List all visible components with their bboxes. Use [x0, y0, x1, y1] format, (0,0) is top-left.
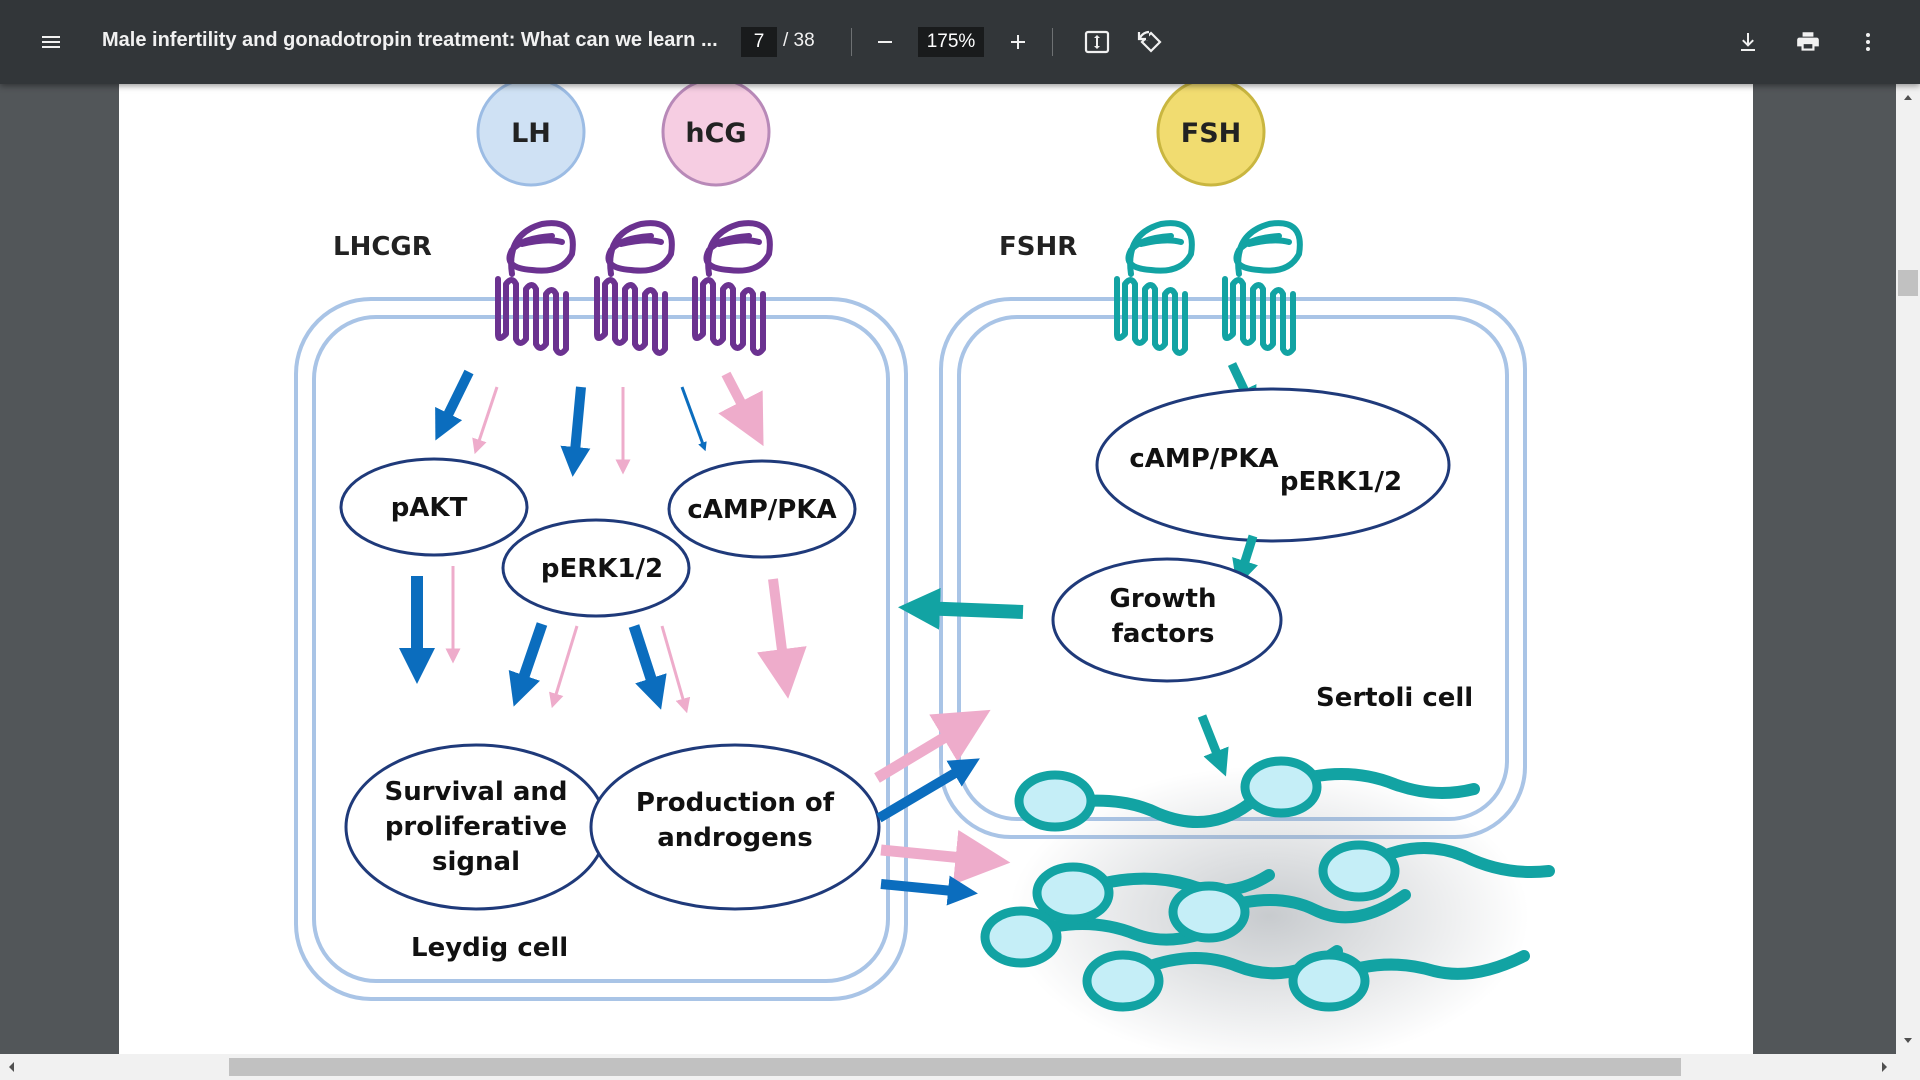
lhcgr-receptors	[495, 220, 773, 356]
zoom-out-button[interactable]	[861, 18, 909, 66]
sertoli-cell-label: Sertoli cell	[1316, 683, 1473, 713]
svg-text:pERK1/2: pERK1/2	[541, 554, 663, 584]
pakt-node: pAKT	[339, 457, 529, 557]
svg-text:Survival and: Survival and	[384, 777, 567, 807]
lh-label: LH	[511, 118, 551, 149]
toolbar-divider	[851, 28, 852, 56]
more-options-button[interactable]	[1844, 18, 1892, 66]
scroll-down-icon[interactable]	[1896, 1032, 1920, 1050]
more-vert-icon	[1866, 33, 1870, 51]
svg-text:pAKT: pAKT	[391, 493, 468, 523]
fsh-hormone: FSH	[1156, 84, 1266, 187]
fsh-label: FSH	[1181, 118, 1242, 149]
leydig-cell-label: Leydig cell	[411, 933, 568, 963]
minus-icon	[878, 41, 892, 43]
page-total: / 38	[783, 30, 815, 51]
gonadotropin-diagram: LH hCG FSH LHCGR FSHR pAKT cAMP/PKA pERK…	[294, 84, 1555, 1054]
menu-icon	[42, 36, 60, 48]
growth-factors-node: Growth factors	[1051, 557, 1283, 683]
hcg-hormone: hCG	[661, 84, 771, 187]
svg-text:Production of: Production of	[636, 788, 835, 818]
horizontal-scroll-thumb[interactable]	[229, 1058, 1681, 1076]
svg-text:androgens: androgens	[657, 823, 813, 853]
fit-to-page-button[interactable]	[1073, 18, 1121, 66]
rotate-button[interactable]	[1127, 18, 1175, 66]
sperm-cluster	[980, 756, 1555, 1054]
svg-text:pERK1/2: pERK1/2	[1280, 467, 1402, 497]
svg-text:cAMP/PKA: cAMP/PKA	[687, 495, 836, 525]
sertoli-cell	[939, 297, 1527, 839]
androgen-production-node: Production of androgens	[589, 743, 881, 911]
download-icon	[1741, 33, 1755, 51]
plus-icon	[1011, 35, 1025, 49]
svg-text:factors: factors	[1112, 619, 1215, 649]
perk-node: pERK1/2	[501, 518, 691, 618]
zoom-in-button[interactable]	[994, 18, 1042, 66]
svg-text:Growth: Growth	[1110, 584, 1217, 614]
survival-signal-node: Survival and proliferative signal	[344, 743, 608, 911]
hcg-label: hCG	[685, 118, 746, 149]
scroll-left-icon[interactable]	[2, 1054, 20, 1080]
camp-pka-node: cAMP/PKA	[667, 459, 857, 559]
rotate-icon	[1137, 28, 1162, 53]
vertical-scrollbar[interactable]	[1896, 84, 1920, 1054]
page-number-input[interactable]: 7	[741, 27, 777, 57]
fshr-receptors	[1114, 220, 1303, 356]
svg-text:proliferative: proliferative	[385, 812, 567, 842]
toolbar-divider	[1052, 28, 1053, 56]
menu-button[interactable]	[27, 18, 75, 66]
lhcgr-label: LHCGR	[333, 232, 432, 262]
camp-to-growth-arrow	[1232, 534, 1258, 587]
svg-text:signal: signal	[432, 847, 520, 877]
fit-to-page-icon	[1084, 30, 1110, 54]
download-button[interactable]	[1724, 18, 1772, 66]
scroll-right-icon[interactable]	[1876, 1054, 1894, 1080]
scroll-up-icon[interactable]	[1896, 88, 1920, 106]
fshr-label: FSHR	[999, 232, 1077, 262]
zoom-level-input[interactable]: 175%	[918, 27, 984, 57]
document-title: Male infertility and gonadotropin treatm…	[102, 29, 718, 51]
sertoli-camp-node: cAMP/PKA pERK1/2	[1095, 387, 1451, 543]
print-button[interactable]	[1784, 18, 1832, 66]
lh-hormone: LH	[476, 84, 586, 187]
print-icon	[1797, 32, 1819, 51]
pdf-toolbar: Male infertility and gonadotropin treatm…	[0, 0, 1920, 84]
vertical-scroll-thumb[interactable]	[1898, 270, 1918, 296]
pdf-page: LH hCG FSH LHCGR FSHR pAKT cAMP/PKA pERK…	[119, 84, 1753, 1054]
svg-text:cAMP/PKA: cAMP/PKA	[1129, 444, 1278, 474]
